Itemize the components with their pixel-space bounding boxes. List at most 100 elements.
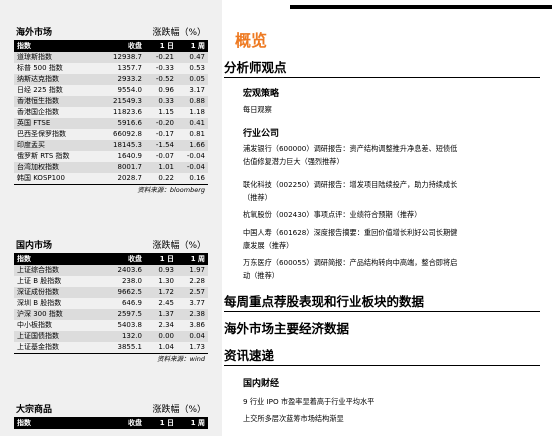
table-row: 印度孟买 18145.3 -1.54 1.66: [14, 140, 208, 151]
macro-strategy-heading: 宏观策略: [243, 89, 280, 99]
col-1week: 1 周: [190, 255, 205, 263]
report-item-wandong[interactable]: 万东医疗（600055）调研简报：产品结构转向中高端，整合即将启 动（推荐）: [243, 256, 533, 282]
report-line: 康发展（推荐）: [243, 241, 294, 250]
change-1week: 2.38: [189, 310, 205, 318]
close-value: 18145.3: [113, 141, 142, 149]
industry-company-heading: 行业公司: [243, 129, 280, 139]
index-name: 深圳 B 股指数: [17, 299, 62, 307]
domestic-header: 国内市场 涨跌幅（%）: [14, 240, 208, 254]
col-close: 收盘: [128, 255, 142, 263]
index-name: 香港国企指数: [17, 108, 59, 116]
overseas-header: 海外市场 涨跌幅（%）: [14, 27, 208, 41]
change-1day: -0.52: [155, 75, 174, 83]
table-row: 日经 225 指数 9554.0 0.96 3.17: [14, 85, 208, 96]
close-value: 8001.7: [117, 163, 143, 171]
change-1week: 3.77: [189, 299, 205, 307]
col-index: 指数: [17, 255, 31, 263]
table-row: 香港国企指数 11823.6 1.15 1.18: [14, 107, 208, 118]
table-row: 台湾加权指数 8001.7 1.01 -0.04: [14, 162, 208, 173]
change-1day: 2.34: [158, 321, 174, 329]
table-row: 巴西圣保罗指数 66092.8 -0.17 0.81: [14, 129, 208, 140]
close-value: 2403.6: [117, 266, 143, 274]
news-item[interactable]: 上交所多层次蓝筹市场结构渐显: [243, 413, 533, 425]
change-1week: 0.88: [189, 97, 205, 105]
change-1week: 3.86: [189, 321, 205, 329]
index-name: 台湾加权指数: [17, 163, 59, 171]
report-item-lianhua[interactable]: 联化科技（002250）调研报告：增发项目陆续投产，助力持续成长 （推荐）: [243, 178, 533, 204]
change-1day: 1.04: [158, 343, 174, 351]
change-1day: -0.33: [155, 64, 174, 72]
index-name: 上证国债指数: [17, 332, 59, 340]
report-line: （推荐）: [243, 193, 272, 202]
col-1day: 1 日: [159, 42, 174, 50]
col-1day: 1 日: [159, 419, 174, 427]
close-value: 66092.8: [113, 130, 142, 138]
index-name: 英国 FTSE: [17, 119, 51, 127]
change-1week: -0.04: [186, 152, 205, 160]
index-name: 中小板指数: [17, 321, 52, 329]
close-value: 1640.9: [117, 152, 143, 160]
change-1day: 1.37: [158, 310, 174, 318]
change-1day: 2.45: [158, 299, 174, 307]
close-value: 5403.8: [117, 321, 143, 329]
close-value: 238.0: [121, 277, 142, 285]
col-close: 收盘: [128, 419, 142, 427]
table-row: 纳斯达克指数 2933.2 -0.52 0.05: [14, 74, 208, 85]
macro-item[interactable]: 每日观察: [243, 104, 533, 116]
report-line: 杭氧股份（002430）事项点评：业绩符合预期（推荐）: [243, 210, 422, 219]
table-row: 上证国债指数 132.0 0.00 0.04: [14, 331, 208, 342]
index-name: 沪深 300 指数: [17, 310, 63, 318]
close-value: 9554.0: [117, 86, 143, 94]
report-item-spdb[interactable]: 浦发银行（600000）调研报告：资产结构调整推升净息差、短债低 估值修复潜力巨…: [243, 142, 533, 168]
close-value: 1357.7: [117, 64, 143, 72]
news-item[interactable]: 9 行业 IPO 市盈率显着高于行业平均水平: [243, 396, 533, 408]
index-name: 印度孟买: [17, 141, 45, 149]
index-name: 日经 225 指数: [17, 86, 63, 94]
change-1week: 0.53: [189, 64, 205, 72]
col-index: 指数: [17, 42, 31, 50]
change-1week: 0.16: [189, 174, 205, 182]
change-1week: 0.41: [189, 119, 205, 127]
domestic-rows: 上证综合指数 2403.6 0.93 1.97 上证 B 股指数 238.0 1.30 2.2…: [14, 265, 208, 353]
change-1day: 0.22: [158, 174, 174, 182]
change-1week: 0.47: [189, 53, 205, 61]
table-row: 上证基金指数 3855.1 1.04 1.73: [14, 342, 208, 353]
table-row: 标普 500 指数 1357.7 -0.33 0.53: [14, 63, 208, 74]
commodities-unit: 涨跌幅（%）: [152, 405, 206, 415]
table-row: 深证成份指数 9662.5 1.72 2.57: [14, 287, 208, 298]
col-1week: 1 周: [190, 42, 205, 50]
change-1day: 1.72: [158, 288, 174, 296]
close-value: 646.9: [121, 299, 142, 307]
index-name: 香港恒生指数: [17, 97, 59, 105]
report-item-chinalife[interactable]: 中国人寿（601628）深度报告摘要：重回价值增长利好公司长期健 康发展（推荐）: [243, 226, 533, 252]
change-1day: 1.15: [158, 108, 174, 116]
table-row: 上证综合指数 2403.6 0.93 1.97: [14, 265, 208, 276]
change-1day: -0.21: [155, 53, 174, 61]
table-row: 上证 B 股指数 238.0 1.30 2.28: [14, 276, 208, 287]
change-1day: -0.07: [155, 152, 174, 160]
close-value: 2933.2: [117, 75, 143, 83]
report-line: 联化科技（002250）调研报告：增发项目陆续投产，助力持续成长: [243, 180, 458, 189]
domestic-finance-heading: 国内财经: [243, 379, 280, 389]
change-1week: 1.73: [189, 343, 205, 351]
index-name: 上证综合指数: [17, 266, 59, 274]
domestic-market-table: 国内市场 涨跌幅（%） 指数 收盘 1 日 1 周 上证综合指数 2403.6 0.…: [14, 240, 208, 364]
col-close: 收盘: [128, 42, 142, 50]
change-1week: 1.66: [189, 141, 205, 149]
index-name: 纳斯达克指数: [17, 75, 59, 83]
close-value: 12938.7: [113, 53, 142, 61]
report-line: 动（推荐）: [243, 271, 279, 280]
close-value: 21549.3: [113, 97, 142, 105]
table-row: 英国 FTSE 5916.6 -0.20 0.41: [14, 118, 208, 129]
close-value: 2028.7: [117, 174, 143, 182]
overseas-market-table: 海外市场 涨跌幅（%） 指数 收盘 1 日 1 周 道琼斯指数 12938.7 -0…: [14, 27, 208, 195]
change-1day: 0.00: [158, 332, 174, 340]
change-1day: -1.54: [155, 141, 174, 149]
table-row: 中小板指数 5403.8 2.34 3.86: [14, 320, 208, 331]
change-1week: 0.05: [189, 75, 205, 83]
index-name: 巴西圣保罗指数: [17, 130, 66, 138]
report-item-hangyang[interactable]: 杭氧股份（002430）事项点评：业绩符合预期（推荐）: [243, 208, 533, 221]
overseas-source: 资料来源：bloomberg: [14, 184, 208, 195]
close-value: 9662.5: [117, 288, 143, 296]
change-1day: -0.17: [155, 130, 174, 138]
